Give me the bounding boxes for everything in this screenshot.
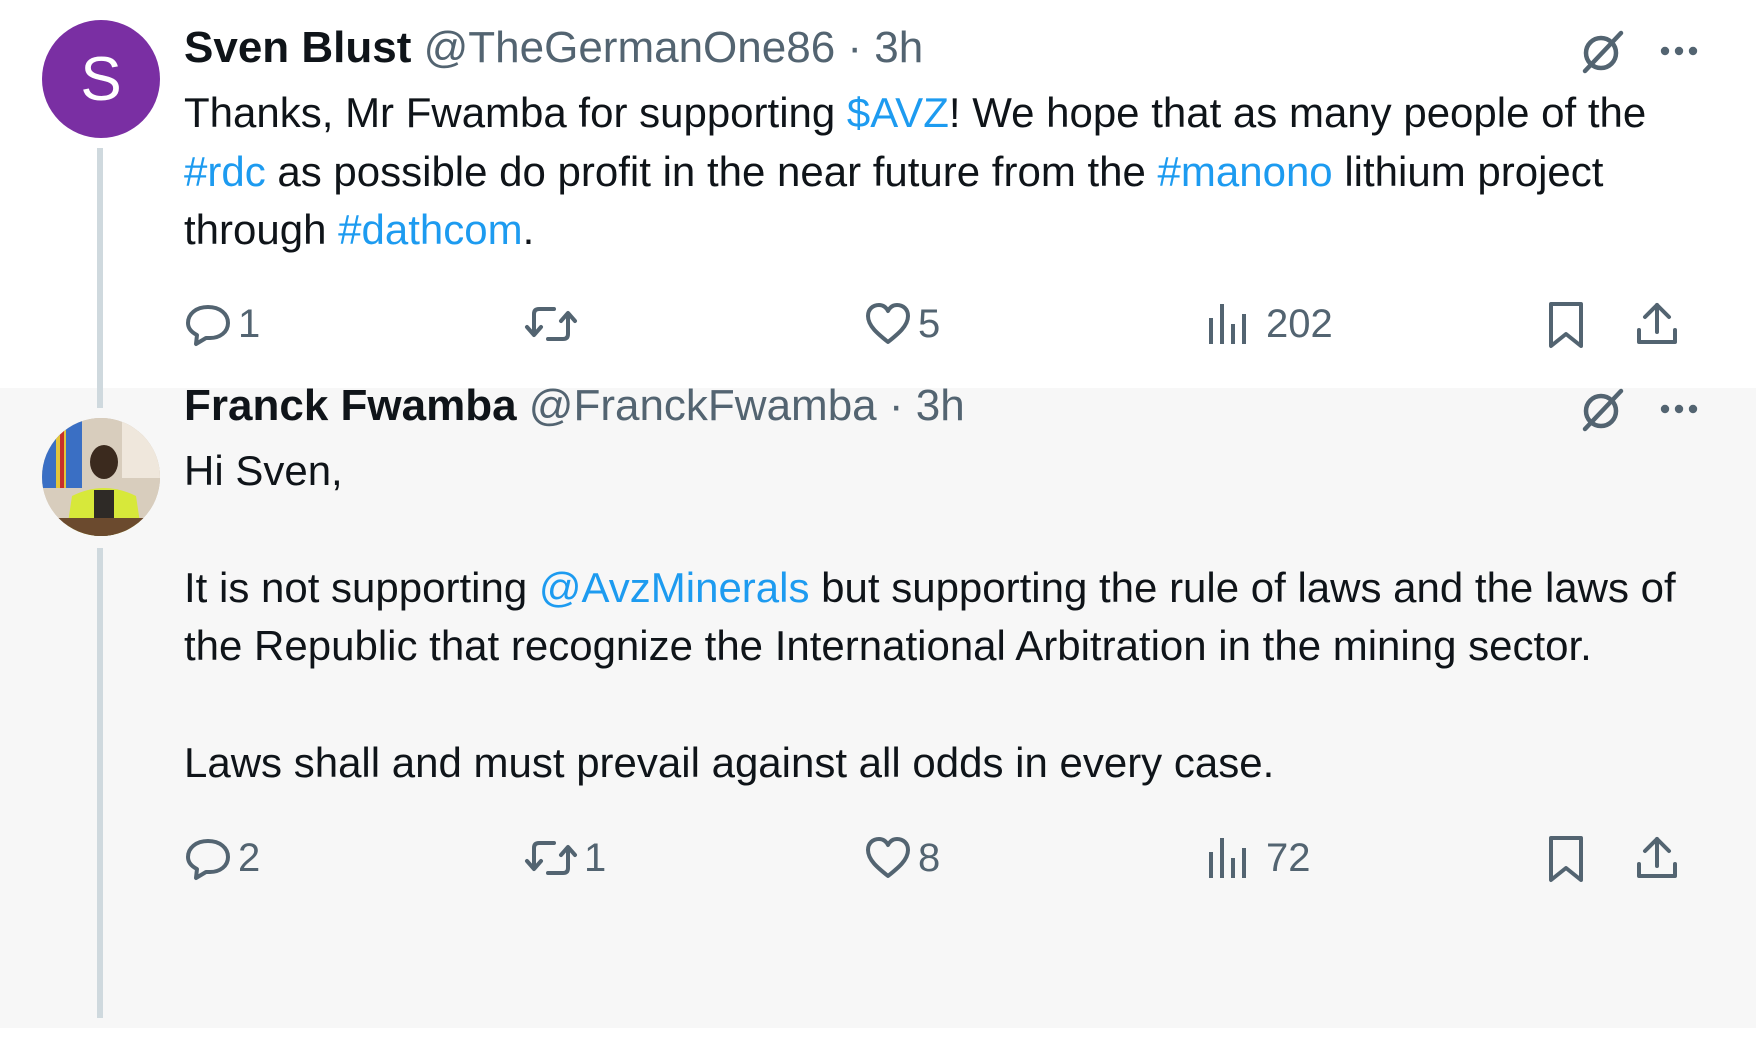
repost-icon <box>525 307 577 341</box>
views-icon <box>1209 304 1246 344</box>
tweet-text: Thanks, Mr Fwamba for supporting $AVZ! W… <box>184 84 1704 260</box>
tweet-text-part: It is not supporting <box>184 563 539 611</box>
grok-icon[interactable] <box>1572 382 1632 438</box>
hashtag-link[interactable]: #dathcom <box>338 206 522 253</box>
author-name[interactable]: Sven Blust <box>184 23 411 72</box>
thread-line <box>97 548 103 1018</box>
hashtag-link[interactable]: #rdc <box>184 148 266 195</box>
repost-button[interactable]: 1 <box>524 834 606 882</box>
separator: · <box>888 381 904 430</box>
share-button[interactable] <box>1634 300 1680 348</box>
separator: · <box>847 23 863 72</box>
reply-count: 2 <box>238 835 261 880</box>
like-count: 8 <box>918 835 941 880</box>
author-name[interactable]: Franck Fwamba <box>184 381 517 430</box>
tweet-text-part: ! We hope that as many people of the <box>948 89 1647 136</box>
tweet-text-part: as possible do profit in the near future… <box>265 147 1158 195</box>
repost-button[interactable] <box>524 300 584 348</box>
like-icon <box>866 837 910 878</box>
like-count: 5 <box>918 301 941 346</box>
like-button[interactable]: 5 <box>864 300 940 348</box>
reply-icon <box>186 839 230 880</box>
view-count: 202 <box>1266 301 1333 346</box>
bookmark-button[interactable] <box>1544 834 1588 884</box>
tweet-header: Franck Fwamba @FranckFwamba · 3h <box>184 380 965 432</box>
share-icon <box>1637 837 1677 878</box>
reply-icon <box>186 305 230 346</box>
views-icon <box>1209 838 1246 878</box>
grok-icon[interactable] <box>1572 24 1632 80</box>
avatar-photo <box>42 418 160 536</box>
tweet-text-part: . <box>522 206 535 253</box>
reply-count: 1 <box>238 301 261 346</box>
timestamp[interactable]: 3h <box>916 381 965 430</box>
avatar[interactable] <box>42 418 160 536</box>
author-handle[interactable]: @FranckFwamba <box>529 381 877 430</box>
tweet-header: Sven Blust @TheGermanOne86 · 3h <box>184 22 923 74</box>
avatar-letter: S <box>80 44 122 114</box>
hashtag-link[interactable]: #manono <box>1158 148 1333 195</box>
reply-button[interactable]: 2 <box>184 834 260 882</box>
reply-button[interactable]: 1 <box>184 300 260 348</box>
views-button[interactable]: 202 <box>1206 300 1333 348</box>
tweet-text: Hi Sven, It is not supporting @AvzMinera… <box>184 442 1704 792</box>
bookmark-icon <box>1549 836 1583 882</box>
cashtag-link[interactable]: $AVZ <box>847 89 949 136</box>
closing-line: Laws shall and must prevail against all … <box>184 738 1275 786</box>
repost-icon <box>525 841 577 875</box>
like-icon <box>866 303 910 344</box>
mention-link[interactable]: @AvzMinerals <box>539 564 810 611</box>
timestamp[interactable]: 3h <box>874 23 923 72</box>
thread-line <box>97 148 103 408</box>
tweet-text-part: Thanks, Mr Fwamba for supporting <box>184 89 847 136</box>
share-button[interactable] <box>1634 834 1680 882</box>
author-handle[interactable]: @TheGermanOne86 <box>424 23 836 72</box>
views-button[interactable]: 72 <box>1206 834 1311 882</box>
repost-count: 1 <box>584 835 607 880</box>
bookmark-icon <box>1549 302 1583 348</box>
share-icon <box>1637 303 1677 344</box>
like-button[interactable]: 8 <box>864 834 940 882</box>
tweet[interactable]: S Sven Blust @TheGermanOne86 · 3h Thanks… <box>0 0 1756 388</box>
more-icon[interactable] <box>1654 26 1704 76</box>
view-count: 72 <box>1266 835 1311 880</box>
more-icon[interactable] <box>1654 384 1704 434</box>
bookmark-button[interactable] <box>1544 300 1588 350</box>
greeting-line: Hi Sven, <box>184 447 343 494</box>
tweet-paragraph: It is not supporting @AvzMinerals but su… <box>184 559 1704 676</box>
avatar[interactable]: S <box>42 20 160 138</box>
